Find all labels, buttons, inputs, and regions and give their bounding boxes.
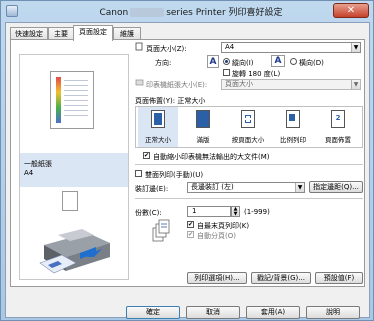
- copies-input[interactable]: 1: [187, 206, 231, 217]
- chevron-down-icon: ▼: [295, 183, 304, 192]
- copies-range: (1-999): [244, 208, 270, 216]
- rotate-180-label: 旋轉 180 度(L): [232, 70, 281, 78]
- help-button[interactable]: 說明: [306, 306, 360, 319]
- print-options-button[interactable]: 列印選項(H)...: [187, 272, 247, 284]
- layout-normal-size-label: 正常大小: [145, 136, 171, 144]
- last-page-first-checkbox[interactable]: ✔: [187, 221, 194, 228]
- specify-margin-button[interactable]: 指定邊距(Q)...: [309, 181, 363, 193]
- redacted-model: [130, 8, 165, 17]
- page-size-label: 頁面大小(Z):: [146, 45, 187, 53]
- window-title-suffix: series Printer 列印喜好設定: [166, 8, 283, 18]
- ok-button[interactable]: 確定: [126, 306, 180, 319]
- copies-label: 份數(C):: [135, 209, 162, 217]
- paper-preview-icon: [50, 71, 94, 129]
- cancel-button[interactable]: 取消: [186, 306, 240, 319]
- copies-spinner[interactable]: ▲ ▼: [231, 206, 240, 217]
- layout-borderless-label: 滿版: [196, 136, 210, 144]
- landscape-radio[interactable]: [290, 58, 297, 65]
- page-layout-icon: 2: [331, 110, 345, 128]
- rotate-180-checkbox[interactable]: [223, 69, 230, 76]
- collate-checkbox[interactable]: ✔: [187, 231, 194, 238]
- printer-preferences-window: Canon series Printer 列印喜好設定 ✕ 快速設定 主要 頁面設…: [0, 0, 374, 321]
- page-size-select[interactable]: A4 ▼: [221, 42, 361, 53]
- portrait-radio[interactable]: [223, 58, 230, 65]
- layout-borderless[interactable]: 滿版: [183, 107, 223, 147]
- copies-value: 1: [192, 207, 197, 215]
- divider: [135, 198, 363, 199]
- auto-reduce-label: 自動縮小印表機無法輸出的大文件(M): [153, 153, 270, 161]
- close-button[interactable]: ✕: [333, 3, 369, 18]
- divider: [135, 164, 363, 165]
- portrait-icon: A: [207, 55, 219, 68]
- layout-scaled[interactable]: 比例列印: [273, 107, 313, 147]
- printer-illustration-icon: [39, 229, 110, 274]
- title-bar[interactable]: Canon series Printer 列印喜好設定 ✕: [1, 1, 373, 21]
- stapling-side-label: 裝訂邊(E):: [135, 185, 169, 193]
- orientation-label: 方向:: [155, 59, 172, 67]
- layout-normal-size[interactable]: 正常大小: [138, 107, 178, 147]
- page-layout-label: 頁面佈置(Y): 正常大小: [135, 96, 205, 106]
- normal-size-icon: [151, 110, 165, 128]
- printer-paper-size-value: 頁面大小: [225, 80, 253, 88]
- window-title: Canon series Printer 列印喜好設定: [61, 5, 321, 18]
- page-size-value: A4: [225, 43, 235, 51]
- chevron-down-icon: ▼: [351, 43, 360, 52]
- stamp-background-button[interactable]: 戳記/背景(G)...: [251, 272, 311, 284]
- scaled-icon: [286, 110, 300, 128]
- duplex-checkbox[interactable]: [135, 170, 142, 177]
- page-setup-panel: 一般紙張 A4 頁面大小(Z): A4 ▼ 方向: A 縱向(I) A 橫向(D…: [10, 39, 365, 287]
- printer-paper-size-select[interactable]: 頁面大小 ▼: [221, 79, 361, 90]
- media-type-text: 一般紙張: [24, 160, 52, 168]
- portrait-label: 縱向(I): [232, 59, 254, 67]
- stapling-side-value: 長邊裝訂 (左): [191, 183, 234, 191]
- stapling-side-select[interactable]: 長邊裝訂 (左) ▼: [187, 182, 305, 193]
- fit-to-page-icon: [241, 110, 255, 128]
- borderless-icon: [196, 110, 210, 128]
- tab-page-setup[interactable]: 頁面設定: [73, 25, 113, 41]
- window-title-brand: Canon: [99, 8, 129, 18]
- chevron-down-icon: ▼: [351, 80, 360, 89]
- dialog-client: 快速設定 主要 頁面設定 維護 一般紙張 A4 頁面大小(Z): A4 ▼ 方向…: [5, 22, 370, 319]
- apply-button[interactable]: 套用(A): [246, 306, 300, 319]
- layout-scaled-label: 比例列印: [280, 136, 306, 144]
- collate-pages-icon: [152, 219, 170, 242]
- output-page-icon: [62, 191, 78, 211]
- last-page-first-label: 自最末頁列印(K): [197, 222, 250, 230]
- page-layout-current: 正常大小: [177, 97, 206, 105]
- printer-paper-size-label: 印表機紙張大小(E):: [146, 81, 208, 89]
- page-size-text: A4: [24, 169, 34, 177]
- defaults-button[interactable]: 預設值(F): [315, 272, 363, 284]
- layout-fit-to-page-label: 按頁面大小: [231, 136, 265, 144]
- page-layout-label-text: 頁面佈置(Y):: [135, 97, 176, 105]
- settings-preview: 一般紙張 A4: [19, 54, 129, 280]
- page-layout-group: 正常大小 滿版 按頁面大小 比例列印 2 頁面佈置: [135, 106, 363, 148]
- landscape-label: 橫向(D): [299, 59, 324, 67]
- duplex-label: 雙面列印(手動)(U): [145, 171, 204, 179]
- media-info: 一般紙張 A4: [20, 153, 128, 187]
- auto-reduce-checkbox[interactable]: ✔: [143, 152, 150, 159]
- layout-fit-to-page[interactable]: 按頁面大小: [228, 107, 268, 147]
- layout-page-layout-label: 頁面佈置: [325, 136, 351, 144]
- landscape-icon: A: [271, 55, 285, 67]
- layout-page-layout[interactable]: 2 頁面佈置: [318, 107, 358, 147]
- printer-paper-icon: [135, 79, 144, 86]
- page-size-icon: [135, 42, 143, 51]
- printer-app-icon: [6, 5, 18, 17]
- collate-label: 自動分頁(O): [197, 232, 236, 240]
